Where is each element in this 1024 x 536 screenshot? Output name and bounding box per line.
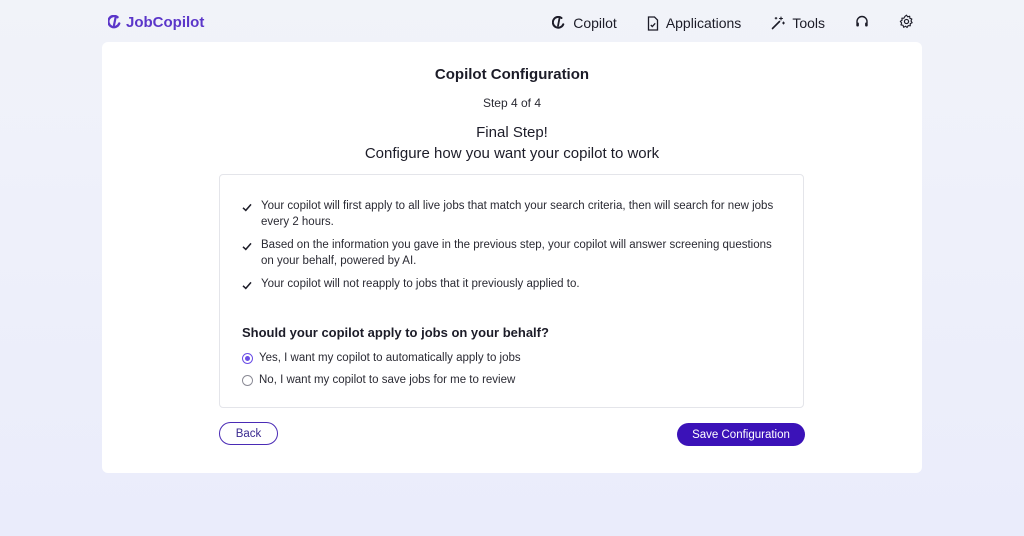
list-item: Based on the information you gave in the… [242, 237, 782, 269]
support-button[interactable] [855, 15, 869, 32]
top-bar: JobCopilot Copilot Applications Tools [0, 0, 1024, 44]
nav-item-label: Tools [792, 15, 825, 31]
headset-icon [855, 15, 869, 32]
page-title: Copilot Configuration [434, 66, 590, 83]
radio-label: No, I want my copilot to save jobs for m… [259, 374, 516, 386]
step-indicator: Step 4 of 4 [482, 96, 542, 110]
check-icon [242, 198, 252, 230]
nav-item-label: Copilot [573, 15, 617, 31]
nav-item-copilot[interactable]: Copilot [552, 15, 617, 31]
feature-list: Your copilot will first apply to all liv… [242, 198, 782, 302]
gear-icon [899, 14, 914, 32]
nav-item-tools[interactable]: Tools [771, 15, 825, 31]
nav-item-applications[interactable]: Applications [647, 15, 742, 31]
radio-option-auto-apply[interactable]: Yes, I want my copilot to automatically … [242, 352, 521, 364]
configure-subheading: Configure how you want your copilot to w… [364, 145, 660, 162]
list-item: Your copilot will not reapply to jobs th… [242, 276, 782, 295]
magic-wand-icon [771, 16, 786, 30]
copilot-logo-icon [108, 15, 122, 30]
list-item-text: Based on the information you gave in the… [261, 239, 772, 267]
configuration-card: Copilot Configuration Step 4 of 4 Final … [102, 42, 922, 473]
brand-name: JobCopilot [126, 14, 205, 31]
radio-label: Yes, I want my copilot to automatically … [259, 352, 521, 364]
final-step-heading: Final Step! [476, 124, 548, 141]
nav-item-label: Applications [665, 15, 742, 31]
brand-logo[interactable]: JobCopilot [108, 14, 204, 31]
back-button[interactable]: Back [219, 422, 278, 445]
main-nav: Copilot Applications Tools [552, 14, 914, 32]
copilot-icon [552, 16, 566, 30]
settings-panel: Your copilot will first apply to all liv… [219, 174, 804, 408]
settings-button[interactable] [899, 14, 914, 32]
check-icon [242, 276, 252, 295]
radio-button[interactable] [242, 352, 253, 364]
list-item-text: Your copilot will not reapply to jobs th… [261, 278, 580, 290]
save-configuration-button[interactable]: Save Configuration [677, 423, 805, 446]
auto-apply-question: Should your copilot apply to jobs on you… [242, 325, 549, 340]
check-icon [242, 237, 252, 269]
list-item-text: Your copilot will first apply to all liv… [261, 200, 774, 228]
list-item: Your copilot will first apply to all liv… [242, 198, 782, 230]
document-icon [647, 15, 659, 31]
radio-button[interactable] [242, 374, 253, 386]
radio-option-save-for-review[interactable]: No, I want my copilot to save jobs for m… [242, 374, 515, 386]
